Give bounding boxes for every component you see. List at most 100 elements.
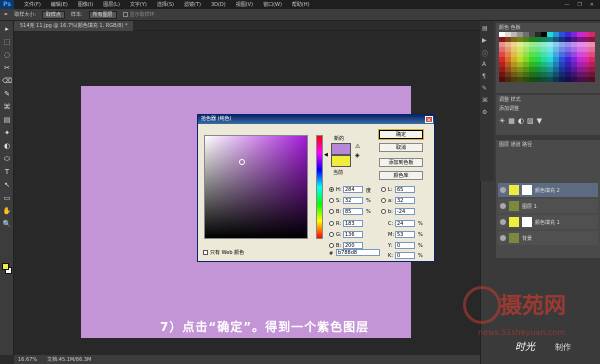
hue-radio[interactable] — [329, 187, 334, 192]
blue-field[interactable]: 200 — [343, 242, 363, 249]
layer-name: 图层 1 — [522, 203, 537, 210]
lightness-field[interactable]: 65 — [395, 186, 415, 193]
black-field[interactable]: 0 — [395, 252, 415, 259]
close-icon[interactable]: ✕ — [590, 2, 594, 8]
shape-tool-icon[interactable]: ▭ — [2, 193, 12, 203]
brush-tool-icon[interactable]: ✎ — [2, 89, 12, 99]
move-tool-icon[interactable]: ▸ — [2, 24, 12, 34]
hue-slider-arrow-icon[interactable]: ◀ — [324, 152, 328, 158]
new-color-label: 新的 — [334, 136, 345, 142]
layer-row[interactable]: 图层 1 — [498, 199, 598, 213]
eyedropper-tool-icon[interactable]: ⌫ — [2, 76, 12, 86]
eye-icon[interactable] — [500, 203, 506, 209]
history-brush-tool-icon[interactable]: ▤ — [2, 115, 12, 125]
green-field[interactable]: 136 — [343, 231, 363, 238]
hue-slider[interactable] — [316, 135, 323, 239]
close-icon[interactable]: ✕ — [425, 116, 433, 124]
eye-icon[interactable] — [500, 187, 506, 193]
paragraph-icon[interactable]: ¶ — [482, 73, 492, 81]
web-safe-cube-icon[interactable]: ◈ — [355, 152, 360, 159]
brightness-radio[interactable] — [329, 209, 334, 214]
a-radio[interactable] — [381, 198, 386, 203]
cancel-button[interactable]: 取消 — [379, 143, 423, 152]
cyan-field[interactable]: 24 — [395, 220, 415, 227]
actions-icon[interactable]: ▶ — [482, 37, 492, 45]
color-libraries-button[interactable]: 颜色库 — [379, 171, 423, 180]
type-tool-icon[interactable]: T — [2, 167, 12, 177]
saturation-radio[interactable] — [329, 198, 334, 203]
photoshop-logo: Ps — [0, 0, 14, 9]
dodge-tool-icon[interactable]: ⬭ — [2, 154, 12, 164]
crop-tool-icon[interactable]: ✂ — [2, 63, 12, 73]
saturation-field[interactable]: 32 — [343, 197, 363, 204]
a-field[interactable]: 32 — [395, 197, 415, 204]
clone-source-icon[interactable]: ⌘ — [482, 97, 492, 105]
show-ring-checkbox[interactable]: 显示取样环 — [122, 11, 155, 18]
minimize-icon[interactable]: — — [564, 2, 569, 8]
swatches-tabs[interactable]: 颜色 色板 — [499, 24, 521, 31]
tool-presets-icon[interactable]: ⚙ — [482, 109, 492, 117]
red-field[interactable]: 183 — [343, 220, 363, 227]
history-icon[interactable]: ▤ — [482, 25, 492, 33]
eraser-tool-icon[interactable]: ✦ — [2, 128, 12, 138]
eye-icon[interactable] — [500, 219, 506, 225]
zoom-tool-icon[interactable]: 🔍 — [2, 219, 12, 229]
menu-edit[interactable]: 编辑(E) — [51, 1, 68, 8]
document-tab[interactable]: 514克 11.jpg @ 16.7%(颜色填充 1, RGB/8) * — [14, 21, 134, 31]
sample-size-select[interactable]: 取样点 — [41, 10, 65, 19]
hue-field[interactable]: 284 — [343, 186, 363, 193]
add-adjustment-label: 添加调整 — [499, 106, 520, 112]
yellow-label: Y: — [388, 243, 393, 249]
hex-field[interactable]: b788d8 — [336, 249, 380, 256]
color-swatch[interactable] — [589, 77, 595, 82]
hand-tool-icon[interactable]: ✋ — [2, 206, 12, 216]
green-radio[interactable] — [329, 232, 334, 237]
menu-image[interactable]: 图像(I) — [78, 1, 93, 8]
lasso-tool-icon[interactable]: ◌ — [2, 50, 12, 60]
menu-view[interactable]: 视图(V) — [236, 1, 253, 8]
menu-3d[interactable]: 3D(D) — [211, 2, 226, 8]
menu-help[interactable]: 帮助(H) — [292, 1, 310, 8]
magenta-field[interactable]: 53 — [395, 231, 415, 238]
eye-icon[interactable] — [500, 235, 506, 241]
green-label: G: — [336, 232, 342, 238]
menu-select[interactable]: 选择(S) — [157, 1, 174, 8]
ok-button[interactable]: 确定 — [378, 129, 424, 140]
gamut-warning-icon[interactable]: ⚠ — [355, 143, 360, 150]
path-select-tool-icon[interactable]: ↖ — [2, 180, 12, 190]
adjustment-icons[interactable]: ☀▦◐▨▼ — [499, 117, 545, 125]
adjustments-tabs[interactable]: 调整 样式 — [499, 96, 521, 103]
brush-panel-icon[interactable]: ✎ — [482, 85, 492, 93]
foreground-color-swatch[interactable] — [2, 263, 9, 270]
menu-window[interactable]: 窗口(W) — [263, 1, 282, 8]
sample-select[interactable]: 所有图层 — [88, 10, 117, 19]
restore-icon[interactable]: ❐ — [577, 2, 581, 8]
marquee-tool-icon[interactable]: ⬚ — [2, 37, 12, 47]
brightness-field[interactable]: 85 — [343, 208, 363, 215]
layer-row[interactable]: 颜色填充 2 — [498, 183, 598, 197]
picker-marker[interactable] — [239, 159, 245, 165]
yellow-field[interactable]: 0 — [395, 242, 415, 249]
web-colors-only-checkbox[interactable]: 只有 Web 颜色 — [203, 249, 244, 256]
character-icon[interactable]: A — [482, 61, 492, 69]
red-radio[interactable] — [329, 221, 334, 226]
layers-tabs[interactable]: 图层 通道 路径 — [499, 141, 532, 148]
menu-file[interactable]: 文件(F) — [24, 1, 41, 8]
saturation-brightness-field[interactable] — [204, 135, 308, 239]
menu-type[interactable]: 文字(Y) — [130, 1, 147, 8]
b-field[interactable]: -24 — [395, 208, 415, 215]
menu-layer[interactable]: 图层(L) — [103, 1, 120, 8]
info-icon[interactable]: ⓘ — [482, 49, 492, 58]
layer-row[interactable]: 颜色填充 1 — [498, 215, 598, 229]
menu-filter[interactable]: 滤镜(T) — [184, 1, 201, 8]
blue-radio[interactable] — [329, 243, 334, 248]
stamp-tool-icon[interactable]: ⌘ — [2, 102, 12, 112]
eyedropper-icon[interactable]: ✒ — [4, 12, 8, 18]
b-radio[interactable] — [381, 209, 386, 214]
zoom-level[interactable]: 16.67% — [18, 357, 37, 363]
add-to-swatches-button[interactable]: 添加到色板 — [379, 158, 423, 167]
swatch-grid[interactable] — [499, 32, 597, 88]
lightness-radio[interactable] — [381, 187, 386, 192]
gradient-tool-icon[interactable]: ◐ — [2, 141, 12, 151]
layer-row[interactable]: 背景 — [498, 231, 598, 245]
